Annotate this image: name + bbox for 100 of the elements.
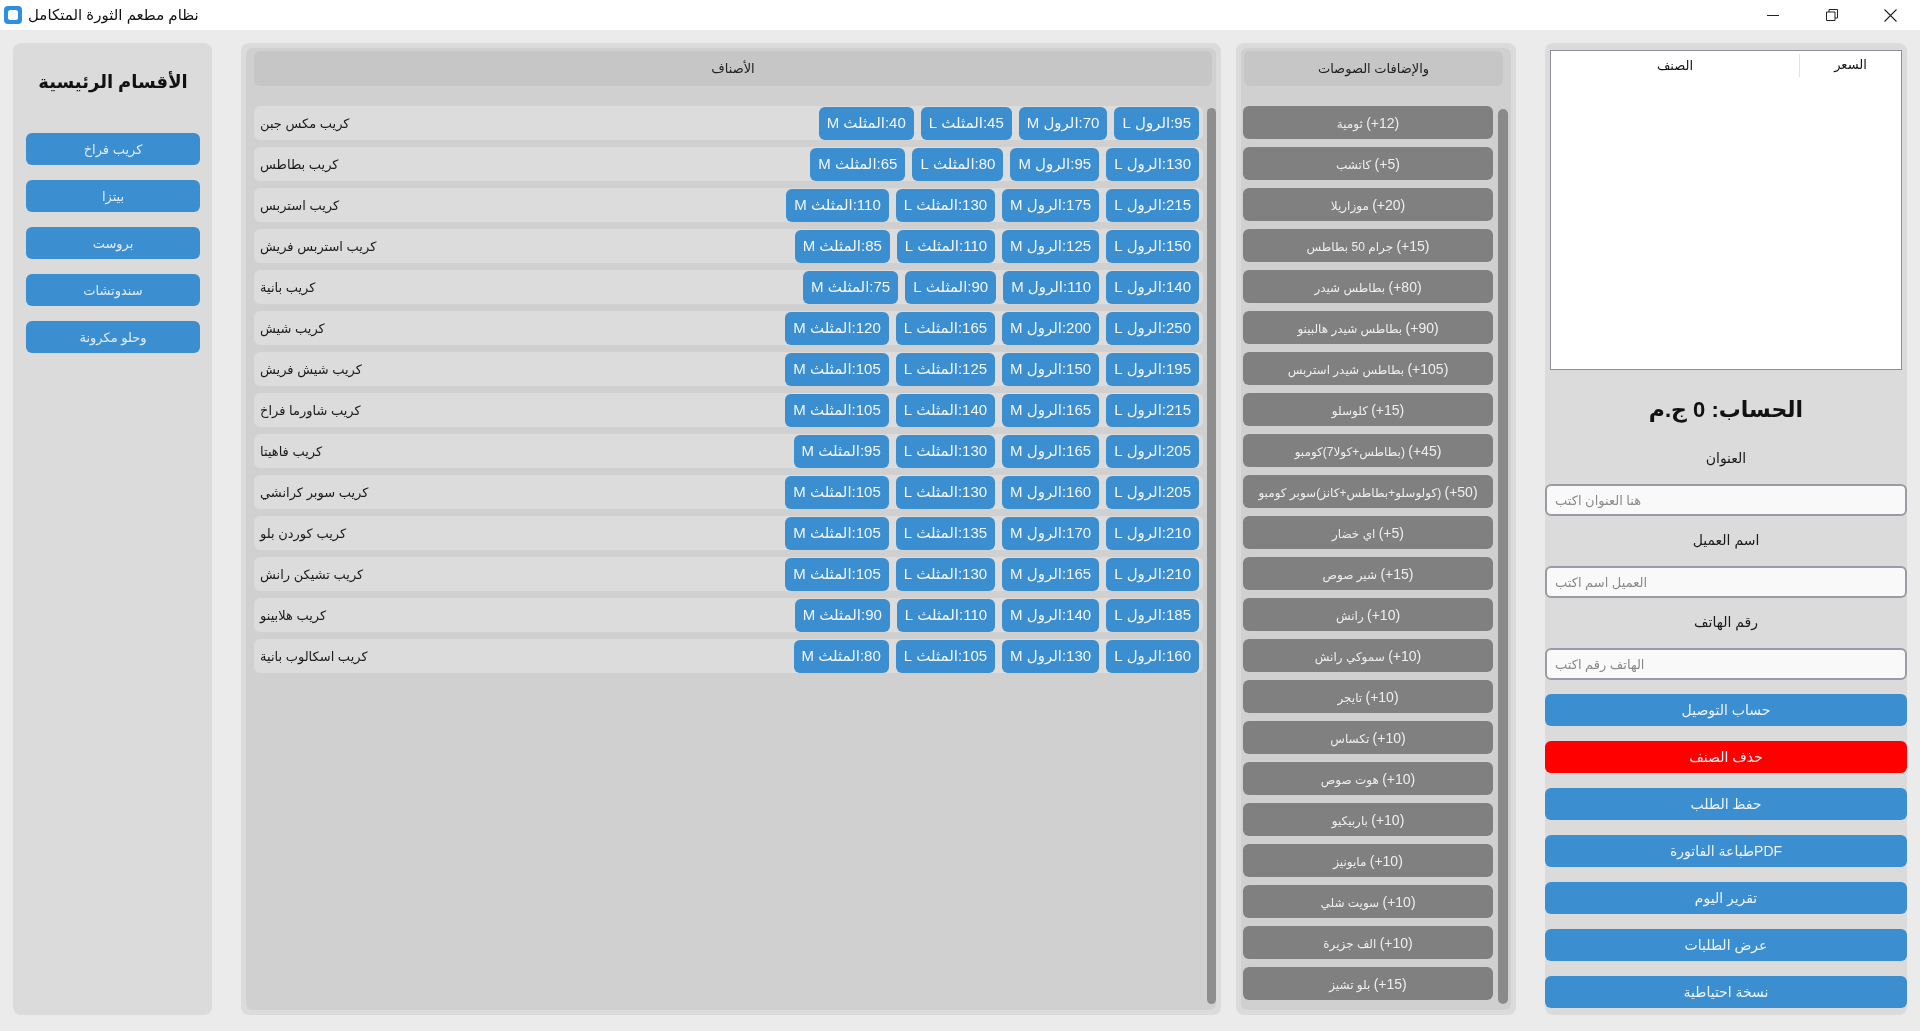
action-button[interactable]: حفظ الطلب (1545, 788, 1907, 820)
price-button[interactable]: 105:المثلث M (785, 475, 889, 509)
price-button[interactable]: 140:الرول L (1106, 270, 1199, 304)
category-button[interactable]: بروست (26, 227, 200, 259)
item-name: كريب بطاطس (260, 156, 339, 172)
price-button[interactable]: 90:المثلث L (905, 270, 997, 304)
section-header: والإضافات الصوصات (1317, 61, 1430, 76)
action-button[interactable]: PDFطباعة الفاتورة (1545, 835, 1907, 867)
scrollbar[interactable] (1498, 109, 1508, 1004)
item-name: كريب استربس فريش (260, 238, 377, 254)
price-button[interactable]: 130:المثلث L (895, 475, 996, 509)
price-button[interactable]: 140:الرول M (1002, 598, 1100, 632)
price-button[interactable]: 70:الرول M (1018, 106, 1108, 140)
panel-title: الأقسام الرئيسية (38, 70, 188, 95)
price-button[interactable]: 175:الرول M (1002, 188, 1100, 222)
item-name: كريب بانية (260, 279, 316, 295)
category-button[interactable]: سندوتشات (26, 274, 200, 306)
price-button[interactable]: 105:المثلث M (785, 393, 889, 427)
input-field[interactable]: الهاتف رقم اكتب (1545, 648, 1907, 680)
action-button[interactable]: حساب التوصيل (1545, 694, 1907, 726)
price-button[interactable]: 80:المثلث L (912, 147, 1004, 181)
price-button[interactable]: 40:المثلث M (818, 106, 914, 140)
price-button[interactable]: 110:المثلث L (896, 598, 996, 632)
field-label: العنوان (1705, 449, 1747, 468)
category-button[interactable]: بيتزا (26, 180, 200, 212)
column-header: الصنف (1656, 58, 1694, 73)
price-button[interactable]: 200:الرول M (1002, 311, 1100, 345)
price-button[interactable]: 105:المثلث L (895, 639, 996, 673)
price-button[interactable]: 215:الرول L (1106, 393, 1199, 427)
item-name: كريب استربس (260, 197, 340, 213)
price-button[interactable]: 125:الرول M (1002, 229, 1100, 263)
order-total: الحساب: 0 ج.م (1648, 396, 1804, 425)
price-button[interactable]: 150:الرول L (1106, 229, 1199, 263)
price-button[interactable]: 170:الرول M (1002, 516, 1100, 550)
item-name: كريب فاهيتا (260, 443, 323, 459)
price-button[interactable]: 185:الرول L (1106, 598, 1199, 632)
section-header: الأصناف (711, 61, 755, 76)
restore-icon[interactable] (1825, 9, 1838, 21)
price-button[interactable]: 85:المثلث M (794, 229, 890, 263)
price-button[interactable]: 95:المثلث M (793, 434, 889, 468)
price-button[interactable]: 110:المثلث M (786, 188, 889, 222)
price-button[interactable]: 75:المثلث M (803, 270, 899, 304)
window-title: نظام مطعم الثورة المتكامل (28, 6, 199, 24)
price-button[interactable]: 120:المثلث M (785, 311, 889, 345)
scrollbar[interactable] (1207, 108, 1216, 1004)
item-name: كريب هلابينو (260, 607, 327, 623)
price-button[interactable]: 150:الرول M (1002, 352, 1100, 386)
delete-button[interactable]: حذف الصنف (1545, 741, 1907, 773)
price-button[interactable]: 165:المثلث L (895, 311, 996, 345)
price-button[interactable]: 165:الرول M (1002, 557, 1100, 591)
price-button[interactable]: 65:المثلث M (810, 147, 906, 181)
price-button[interactable]: 45:المثلث L (920, 106, 1012, 140)
price-button[interactable]: 205:الرول L (1106, 434, 1199, 468)
input-field[interactable]: العميل اسم اكتب (1545, 566, 1907, 598)
item-name: كريب سوبر كرانشي (260, 484, 369, 500)
price-button[interactable]: 130:الرول L (1106, 147, 1199, 181)
price-button[interactable]: 110:الرول M (1003, 270, 1100, 304)
action-button[interactable]: نسخة احتياطية (1545, 976, 1907, 1008)
item-name: كريب تشيكن رانش (260, 566, 364, 582)
price-button[interactable]: 250:الرول L (1106, 311, 1199, 345)
price-button[interactable]: 130:الرول M (1002, 639, 1100, 673)
price-button[interactable]: 105:المثلث M (785, 516, 889, 550)
price-button[interactable]: 130:المثلث L (895, 188, 996, 222)
price-button[interactable]: 130:المثلث L (895, 434, 996, 468)
close-icon[interactable] (1884, 8, 1897, 22)
price-button[interactable]: 90:المثلث M (794, 598, 890, 632)
price-button[interactable]: 205:الرول L (1106, 475, 1199, 509)
price-button[interactable]: 210:الرول L (1106, 516, 1199, 550)
minimize-icon[interactable] (1766, 14, 1779, 16)
price-button[interactable]: 95:الرول M (1010, 147, 1100, 181)
price-button[interactable]: 135:المثلث L (895, 516, 996, 550)
price-button[interactable]: 195:الرول L (1106, 352, 1199, 386)
price-button[interactable]: 160:الرول M (1002, 475, 1100, 509)
category-button[interactable]: كريب فراخ (26, 133, 200, 165)
item-name: كريب شيش فريش (260, 361, 362, 377)
price-button[interactable]: 105:المثلث M (785, 557, 889, 591)
field-label: اسم العميل (1692, 531, 1760, 550)
category-button[interactable]: وحلو مكرونة (26, 321, 200, 353)
price-button[interactable]: 110:المثلث L (896, 229, 996, 263)
item-name: كريب كوردن بلو (260, 525, 347, 541)
price-button[interactable]: 165:الرول M (1002, 393, 1100, 427)
price-button[interactable]: 210:الرول L (1106, 557, 1199, 591)
item-name: كريب اسكالوب بانية (260, 648, 368, 664)
price-button[interactable]: 95:الرول L (1114, 106, 1199, 140)
price-button[interactable]: 80:المثلث M (793, 639, 889, 673)
price-button[interactable]: 160:الرول L (1106, 639, 1199, 673)
price-button[interactable]: 140:المثلث L (895, 393, 996, 427)
price-button[interactable]: 105:المثلث M (785, 352, 889, 386)
input-field[interactable]: هنا العنوان اكتب (1545, 484, 1907, 516)
action-button[interactable]: عرض الطلبات (1545, 929, 1907, 961)
item-name: كريب شيش (260, 320, 325, 336)
price-button[interactable]: 130:المثلث L (895, 557, 996, 591)
action-button[interactable]: تقرير اليوم (1545, 882, 1907, 914)
item-name: كريب مكس جبن (260, 115, 350, 131)
price-button[interactable]: 125:المثلث L (895, 352, 996, 386)
field-label: رقم الهاتف (1694, 613, 1758, 632)
price-button[interactable]: 165:الرول M (1002, 434, 1100, 468)
item-name: كريب شاورما فراخ (260, 402, 361, 418)
column-header: السعر (1834, 56, 1867, 72)
price-button[interactable]: 215:الرول L (1106, 188, 1199, 222)
